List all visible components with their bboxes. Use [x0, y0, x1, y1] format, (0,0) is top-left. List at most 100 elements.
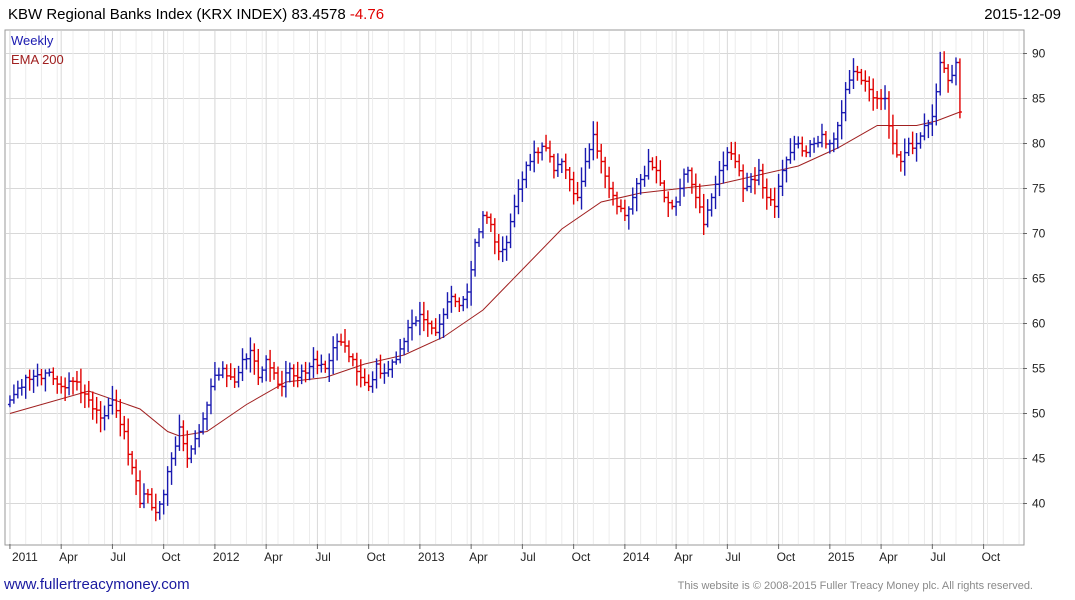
- candle: [528, 153, 533, 171]
- candle: [433, 318, 438, 336]
- candle: [216, 367, 221, 381]
- candle: [953, 57, 958, 86]
- candle: [177, 414, 182, 451]
- candle: [366, 374, 371, 392]
- x-tick-label: Jul: [930, 550, 945, 564]
- candle: [611, 181, 616, 206]
- candle: [319, 354, 324, 373]
- candle: [898, 151, 903, 172]
- candle: [350, 353, 355, 367]
- candle: [122, 415, 127, 440]
- candle: [827, 139, 832, 154]
- x-tick-label: Jul: [725, 550, 740, 564]
- candle: [508, 213, 513, 249]
- candle: [717, 160, 722, 197]
- candle: [90, 391, 95, 420]
- candle: [674, 196, 679, 216]
- candle: [307, 362, 312, 381]
- candle: [906, 137, 911, 157]
- candle: [268, 349, 273, 382]
- candle: [725, 147, 730, 171]
- candle: [153, 493, 158, 522]
- candle: [768, 188, 773, 206]
- candle: [705, 199, 710, 228]
- candle: [449, 285, 454, 313]
- x-tick-label: Oct: [982, 550, 1001, 564]
- candle: [752, 167, 757, 195]
- candle: [930, 104, 935, 136]
- candle: [938, 51, 943, 96]
- candle: [86, 380, 91, 408]
- candle: [796, 136, 801, 149]
- candle: [855, 65, 860, 81]
- candle: [504, 235, 509, 261]
- x-tick-label: Jul: [315, 550, 330, 564]
- candle: [130, 451, 135, 475]
- candle: [197, 424, 202, 448]
- x-tick-label: Jul: [520, 550, 535, 564]
- candle: [863, 70, 868, 92]
- candle: [335, 333, 340, 361]
- candle: [555, 153, 560, 177]
- candle: [169, 452, 174, 485]
- x-tick-label: Apr: [59, 550, 78, 564]
- ema-line-group: [9, 111, 961, 437]
- candle: [473, 238, 478, 277]
- candle: [488, 213, 493, 233]
- candle: [532, 140, 537, 173]
- candle: [354, 352, 359, 386]
- candle: [492, 218, 497, 255]
- candle: [134, 459, 139, 496]
- candle: [626, 206, 631, 230]
- candle: [232, 368, 237, 388]
- site-link[interactable]: www.fullertreacymoney.com: [4, 576, 190, 593]
- candle: [587, 143, 592, 169]
- candle: [339, 333, 344, 346]
- candle: [520, 171, 525, 202]
- candle: [658, 160, 663, 186]
- candle: [678, 178, 683, 207]
- candle: [914, 133, 919, 162]
- candle: [737, 154, 742, 177]
- candle: [291, 364, 296, 387]
- candle: [563, 153, 568, 180]
- candle: [524, 161, 529, 189]
- y-tick-label: 75: [1032, 182, 1046, 196]
- candle: [461, 296, 466, 312]
- candle: [902, 138, 907, 176]
- candle: [256, 348, 261, 386]
- candle: [776, 173, 781, 218]
- candle: [220, 361, 225, 379]
- y-tick-label: 80: [1032, 137, 1046, 151]
- x-tick-label: Oct: [777, 550, 796, 564]
- candle: [138, 470, 143, 509]
- candle: [82, 384, 87, 409]
- candle: [398, 338, 403, 364]
- candle: [567, 167, 572, 192]
- candle: [512, 194, 517, 228]
- candle: [47, 368, 52, 377]
- candle: [205, 401, 210, 431]
- x-tick-label: 2011: [12, 550, 38, 564]
- candles: [7, 51, 962, 522]
- candle: [323, 360, 328, 373]
- candle: [792, 135, 797, 161]
- candle: [689, 167, 694, 194]
- candle: [875, 90, 880, 109]
- candle: [922, 113, 927, 141]
- candle: [78, 368, 83, 404]
- candle: [201, 412, 206, 435]
- candle: [879, 89, 884, 111]
- candle: [240, 348, 245, 382]
- y-tick-label: 55: [1032, 362, 1046, 376]
- candle: [839, 100, 844, 140]
- candle: [437, 314, 442, 340]
- y-tick-label: 40: [1032, 497, 1046, 511]
- candle: [843, 82, 848, 122]
- candle: [346, 340, 351, 363]
- candle: [847, 69, 852, 94]
- candle: [618, 199, 623, 213]
- candle: [189, 445, 194, 464]
- candle: [417, 301, 422, 336]
- y-tick-label: 60: [1032, 317, 1046, 331]
